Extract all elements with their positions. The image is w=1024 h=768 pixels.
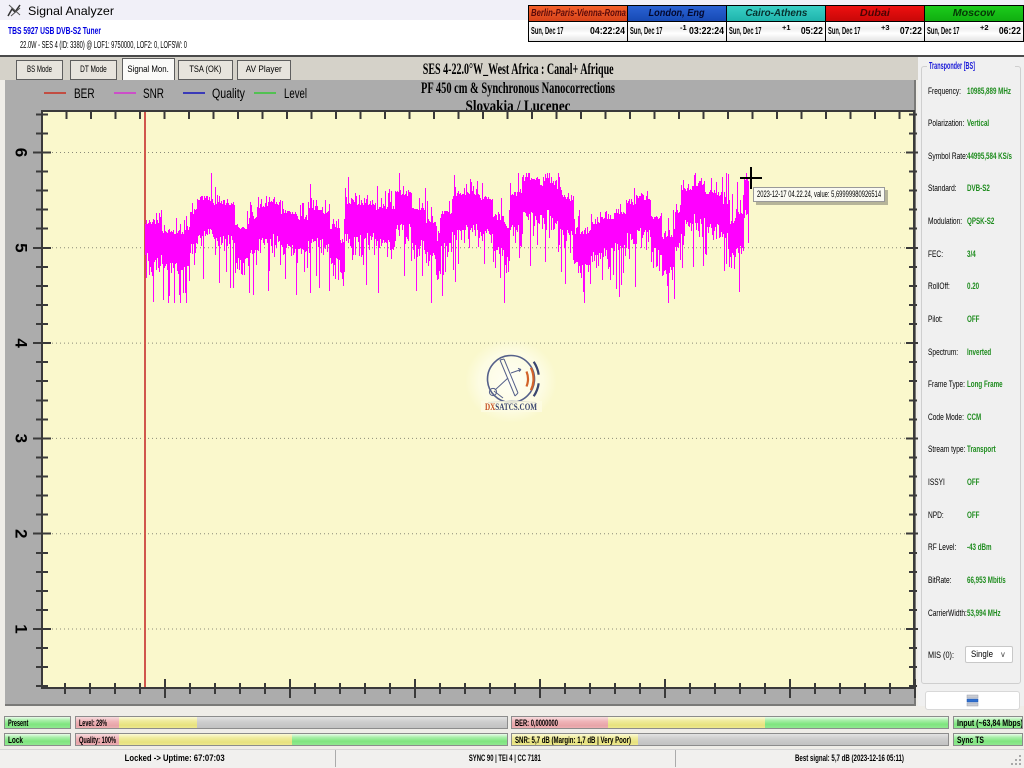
- svg-text:5: 5: [12, 243, 31, 252]
- svg-text:3: 3: [12, 434, 31, 443]
- svg-text:DXSATCS.COM: DXSATCS.COM: [485, 402, 537, 412]
- svg-text:2: 2: [12, 529, 31, 538]
- svg-text:1: 1: [12, 624, 31, 633]
- svg-text:4: 4: [12, 338, 31, 348]
- svg-text:6: 6: [12, 148, 31, 157]
